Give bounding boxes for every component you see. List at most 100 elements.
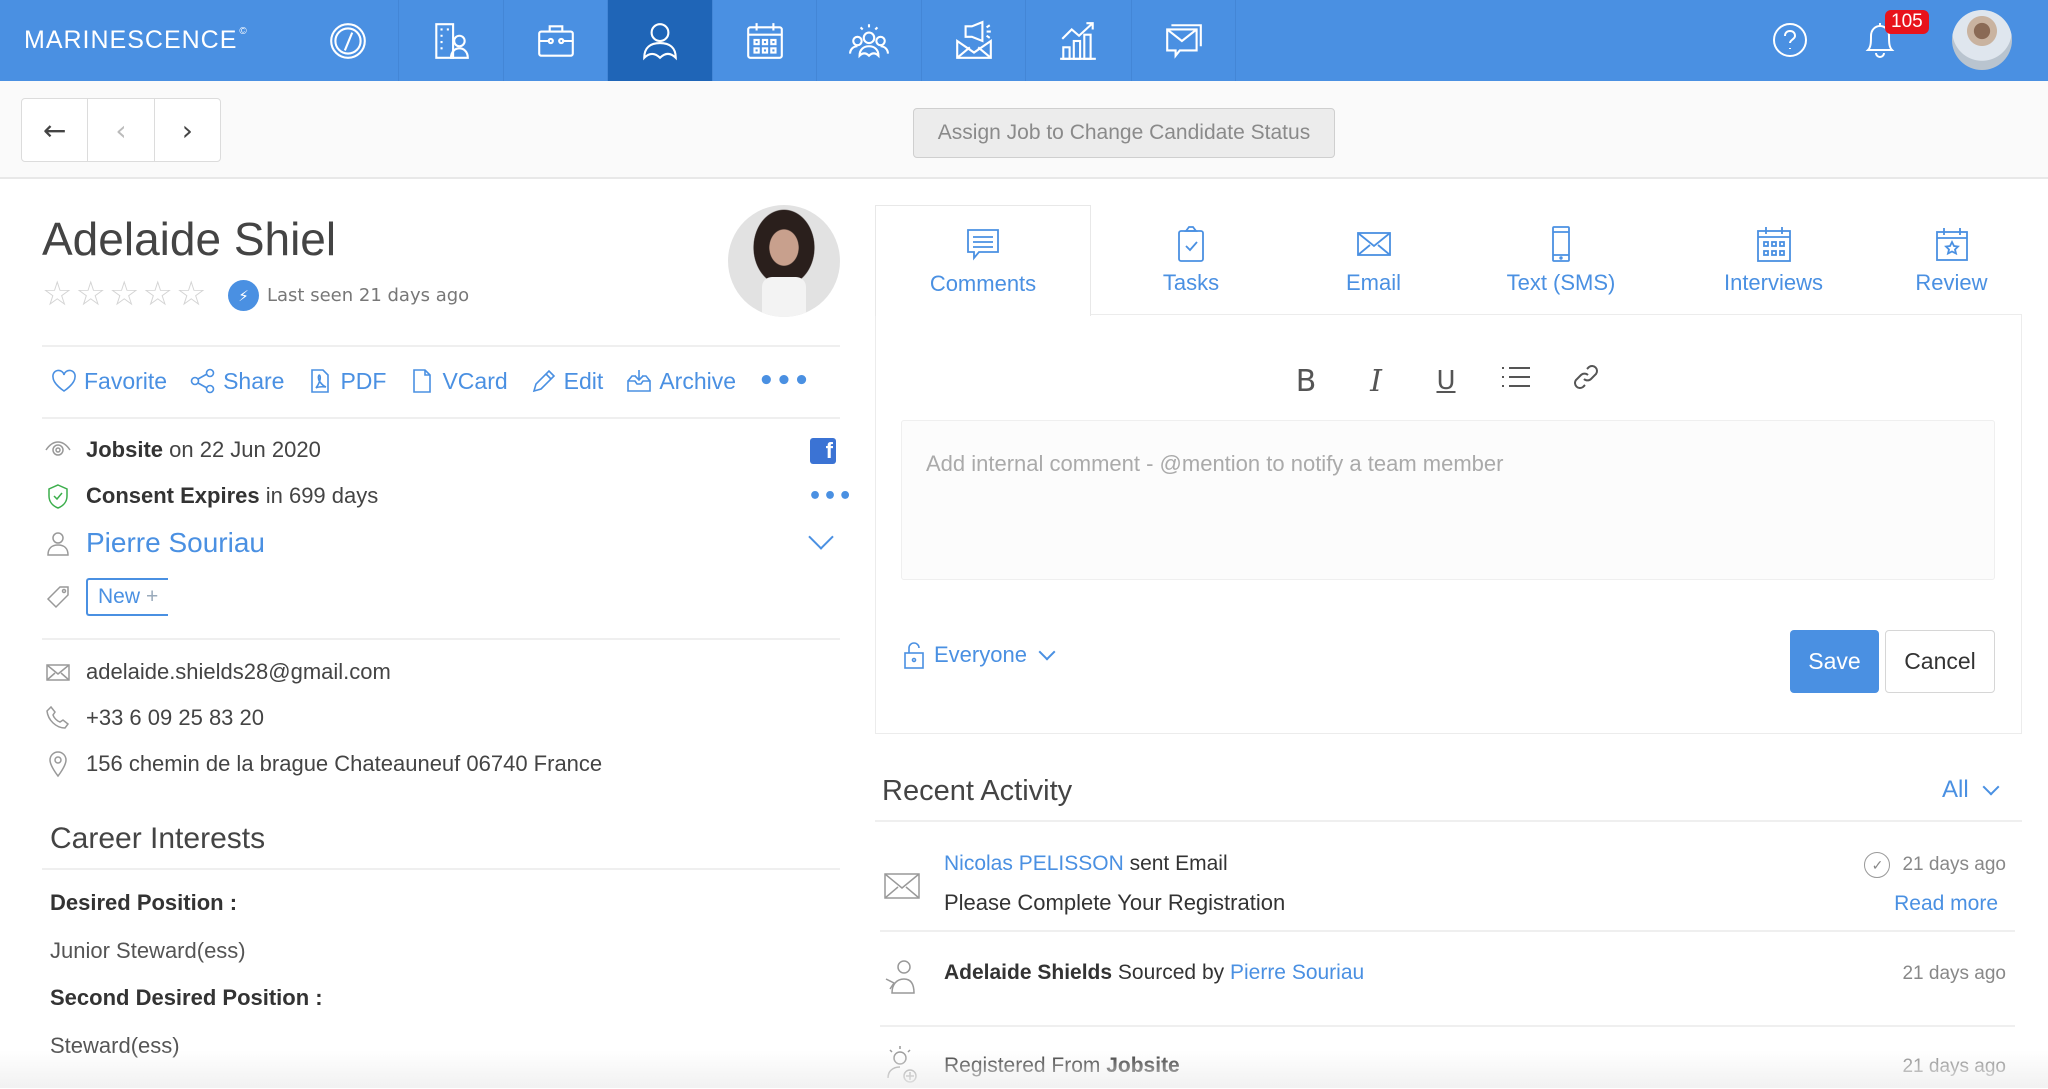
help-button[interactable] [1772, 22, 1808, 62]
star-icon[interactable]: ☆ [109, 277, 139, 311]
activity-time: 21 days ago [1902, 963, 2006, 984]
nav-messages[interactable] [1131, 0, 1236, 81]
assign-job-button[interactable]: Assign Job to Change Candidate Status [913, 108, 1335, 158]
tab-tasks[interactable]: Tasks [1091, 205, 1291, 315]
insert-link-button[interactable] [1570, 362, 1602, 400]
heart-icon [52, 369, 76, 392]
nav-companies[interactable] [398, 0, 503, 81]
shield-check-icon [48, 484, 68, 509]
divider [42, 638, 840, 640]
last-seen: ⚡ Last seen 21 days ago [228, 280, 469, 311]
star-icon[interactable]: ☆ [75, 277, 105, 311]
save-button[interactable]: Save [1790, 630, 1879, 693]
edit-button[interactable]: Edit [530, 367, 603, 395]
star-icon[interactable]: ☆ [176, 277, 206, 311]
star-icon[interactable]: ☆ [42, 277, 72, 311]
second-desired-position-label: Second Desired Position : [50, 985, 323, 1010]
speedometer-icon [329, 22, 366, 59]
tab-text-sms[interactable]: Text (SMS) [1456, 205, 1666, 315]
owner-dropdown-chevron-icon[interactable] [808, 524, 834, 550]
visibility-dropdown[interactable]: Everyone [902, 640, 1056, 670]
nav-reports[interactable] [1025, 0, 1130, 81]
activity-filter-dropdown[interactable]: All [1942, 776, 2000, 804]
phone-row: +33 6 09 25 83 20 [44, 704, 264, 732]
cancel-button[interactable]: Cancel [1885, 630, 1995, 693]
envelope-icon [46, 664, 70, 681]
growth-chart-icon [1060, 21, 1096, 60]
activity-sourcer-link[interactable]: Pierre Souriau [1230, 961, 1364, 984]
top-navigation-bar: MARINESCENCE © 105 [0, 0, 2048, 81]
nav-dashboard[interactable] [295, 0, 400, 81]
bold-button[interactable]: B [1290, 364, 1322, 399]
desired-position-value: Junior Steward(ess) [50, 938, 246, 963]
facebook-icon[interactable]: f [810, 438, 836, 464]
more-actions-button[interactable]: ••• [758, 366, 811, 396]
vcard-button[interactable]: VCard [408, 367, 508, 395]
nav-candidates[interactable] [607, 0, 712, 81]
unlock-icon [904, 642, 924, 669]
building-contact-icon [435, 22, 469, 59]
back-button[interactable]: ← [22, 99, 89, 161]
share-button[interactable]: Share [189, 367, 284, 395]
calendar-icon [747, 22, 783, 59]
consent-label: Consent Expires [86, 483, 260, 508]
briefcase-icon [538, 24, 574, 57]
formatting-toolbar: B I U [1290, 362, 1602, 400]
next-record-button[interactable]: › [155, 99, 220, 161]
activity-item: Adelaide Shields Sourced by Pierre Souri… [880, 955, 2022, 1025]
bullet-list-button[interactable] [1500, 363, 1532, 399]
pdf-icon [311, 369, 330, 393]
comment-input[interactable]: Add internal comment - @mention to notif… [901, 420, 1995, 580]
recent-activity-title: Recent Activity [882, 775, 1073, 807]
source-date: on 22 Jun 2020 [163, 437, 321, 462]
record-toolbar: ← ‹ › Assign Job to Change Candidate Sta… [0, 81, 2048, 179]
source-eye-icon [45, 441, 71, 456]
owner-row: Pierre Souriau [44, 527, 265, 559]
career-interests-title: Career Interests [50, 822, 266, 855]
star-icon[interactable]: ☆ [142, 277, 172, 311]
nav-campaigns[interactable] [921, 0, 1026, 81]
tab-email[interactable]: Email [1291, 205, 1456, 315]
candidate-email[interactable]: adelaide.shields28@gmail.com [86, 659, 391, 685]
notification-count-badge: 105 [1885, 10, 1929, 34]
tab-interviews[interactable]: Interviews [1666, 205, 1881, 315]
consent-more-button[interactable]: ••• [808, 484, 853, 509]
bottom-fade [0, 1050, 2048, 1088]
nav-team[interactable] [816, 0, 921, 81]
consent-row: Consent Expires in 699 days [44, 482, 378, 510]
tab-comments[interactable]: Comments [875, 205, 1091, 316]
underline-button[interactable]: U [1430, 366, 1462, 396]
nav-calendar[interactable] [712, 0, 817, 81]
owner-link[interactable]: Pierre Souriau [86, 527, 265, 559]
activity-actor-link[interactable]: Nicolas PELISSON [944, 852, 1124, 875]
divider [42, 417, 840, 419]
list-icon [1502, 367, 1530, 387]
person-icon [47, 532, 69, 556]
sourced-person-icon [882, 957, 922, 1002]
nav-jobs[interactable] [503, 0, 608, 81]
italic-button[interactable]: I [1360, 364, 1392, 399]
divider [880, 1025, 2015, 1027]
pdf-button[interactable]: PDF [306, 367, 386, 395]
star-rating[interactable]: ☆ ☆ ☆ ☆ ☆ [42, 277, 206, 311]
archive-button[interactable]: Archive [625, 367, 736, 395]
address-row: 156 chemin de la brague Chateauneuf 0674… [44, 750, 602, 778]
link-icon [1574, 365, 1598, 389]
plug-icon: ⚡ [228, 280, 259, 311]
candidate-phone[interactable]: +33 6 09 25 83 20 [86, 705, 264, 731]
megaphone-mail-icon [956, 20, 992, 59]
read-more-link[interactable]: Read more [1894, 892, 1998, 916]
add-tag-button[interactable]: New + [86, 578, 169, 616]
tags-row: New + [44, 578, 169, 616]
logo[interactable]: MARINESCENCE © [24, 26, 248, 55]
last-seen-text: Last seen 21 days ago [267, 285, 470, 306]
pencil-icon [532, 369, 555, 393]
favorite-button[interactable]: Favorite [50, 367, 167, 395]
previous-record-button[interactable]: ‹ [88, 99, 155, 161]
chevron-down-icon [1038, 643, 1056, 661]
plus-icon: + [146, 585, 159, 608]
tab-review[interactable]: Review [1881, 205, 2022, 315]
clipboard-check-icon [1178, 226, 1204, 262]
user-avatar[interactable] [1952, 10, 2012, 70]
comment-icon [967, 229, 999, 261]
